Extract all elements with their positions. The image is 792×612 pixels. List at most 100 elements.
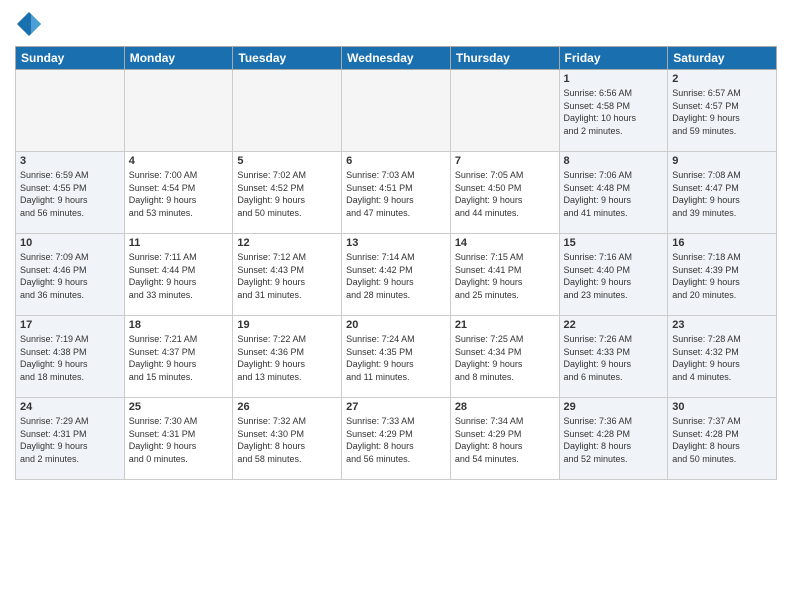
logo xyxy=(15,10,47,38)
calendar-day-cell: 11 Sunrise: 7:11 AM Sunset: 4:44 PM Dayli… xyxy=(124,234,233,316)
day-info: Sunrise: 7:37 AM Sunset: 4:28 PM Dayligh… xyxy=(672,415,772,465)
day-number: 12 xyxy=(237,237,337,249)
calendar-day-cell: 19Sunrise: 7:22 AM Sunset: 4:36 PM Dayli… xyxy=(233,316,342,398)
day-number: 8 xyxy=(564,155,664,167)
day-info: Sunrise: 6:59 AM Sunset: 4:55 PM Dayligh… xyxy=(20,169,120,219)
day-number: 1 xyxy=(564,73,664,85)
calendar-week-row: 24 Sunrise: 7:29 AM Sunset: 4:31 PM Dayli… xyxy=(16,398,777,480)
calendar-day-cell xyxy=(16,70,125,152)
calendar-header-thursday: Thursday xyxy=(450,47,559,70)
calendar-header-row: SundayMondayTuesdayWednesdayThursdayFrid… xyxy=(16,47,777,70)
day-number: 21 xyxy=(455,319,555,331)
calendar-day-cell: 23 Sunrise: 7:28 AM Sunset: 4:32 PM Dayli… xyxy=(668,316,777,398)
calendar-day-cell xyxy=(450,70,559,152)
calendar-day-cell: 18 Sunrise: 7:21 AM Sunset: 4:37 PM Dayli… xyxy=(124,316,233,398)
calendar-day-cell: 1 Sunrise: 6:56 AM Sunset: 4:58 PM Daylig… xyxy=(559,70,668,152)
calendar-day-cell: 15 Sunrise: 7:16 AM Sunset: 4:40 PM Dayli… xyxy=(559,234,668,316)
calendar-day-cell: 22 Sunrise: 7:26 AM Sunset: 4:33 PM Dayli… xyxy=(559,316,668,398)
day-number: 15 xyxy=(564,237,664,249)
calendar-day-cell: 10Sunrise: 7:09 AM Sunset: 4:46 PM Dayli… xyxy=(16,234,125,316)
day-number: 23 xyxy=(672,319,772,331)
day-info: Sunrise: 7:16 AM Sunset: 4:40 PM Dayligh… xyxy=(564,251,664,301)
calendar-header-tuesday: Tuesday xyxy=(233,47,342,70)
day-info: Sunrise: 7:08 AM Sunset: 4:47 PM Dayligh… xyxy=(672,169,772,219)
calendar-day-cell: 9 Sunrise: 7:08 AM Sunset: 4:47 PM Daylig… xyxy=(668,152,777,234)
day-info: Sunrise: 7:19 AM Sunset: 4:38 PM Dayligh… xyxy=(20,333,120,383)
calendar-day-cell: 12 Sunrise: 7:12 AM Sunset: 4:43 PM Dayli… xyxy=(233,234,342,316)
day-info: Sunrise: 7:36 AM Sunset: 4:28 PM Dayligh… xyxy=(564,415,664,465)
day-info: Sunrise: 7:18 AM Sunset: 4:39 PM Dayligh… xyxy=(672,251,772,301)
day-info: Sunrise: 7:28 AM Sunset: 4:32 PM Dayligh… xyxy=(672,333,772,383)
calendar-day-cell: 25Sunrise: 7:30 AM Sunset: 4:31 PM Dayli… xyxy=(124,398,233,480)
day-number: 28 xyxy=(455,401,555,413)
calendar-day-cell xyxy=(342,70,451,152)
day-info: Sunrise: 7:24 AM Sunset: 4:35 PM Dayligh… xyxy=(346,333,446,383)
calendar-day-cell: 2 Sunrise: 6:57 AM Sunset: 4:57 PM Daylig… xyxy=(668,70,777,152)
calendar-day-cell: 14Sunrise: 7:15 AM Sunset: 4:41 PM Dayli… xyxy=(450,234,559,316)
day-info: Sunrise: 6:56 AM Sunset: 4:58 PM Dayligh… xyxy=(564,87,664,137)
day-number: 24 xyxy=(20,401,120,413)
calendar-day-cell: 6Sunrise: 7:03 AM Sunset: 4:51 PM Daylig… xyxy=(342,152,451,234)
calendar-day-cell: 29 Sunrise: 7:36 AM Sunset: 4:28 PM Dayli… xyxy=(559,398,668,480)
day-info: Sunrise: 7:12 AM Sunset: 4:43 PM Dayligh… xyxy=(237,251,337,301)
calendar-day-cell: 30 Sunrise: 7:37 AM Sunset: 4:28 PM Dayli… xyxy=(668,398,777,480)
day-number: 19 xyxy=(237,319,337,331)
calendar-day-cell: 4 Sunrise: 7:00 AM Sunset: 4:54 PM Daylig… xyxy=(124,152,233,234)
calendar-day-cell: 5 Sunrise: 7:02 AM Sunset: 4:52 PM Daylig… xyxy=(233,152,342,234)
calendar-day-cell: 28 Sunrise: 7:34 AM Sunset: 4:29 PM Dayli… xyxy=(450,398,559,480)
day-number: 29 xyxy=(564,401,664,413)
calendar-day-cell: 8 Sunrise: 7:06 AM Sunset: 4:48 PM Daylig… xyxy=(559,152,668,234)
day-info: Sunrise: 7:21 AM Sunset: 4:37 PM Dayligh… xyxy=(129,333,229,383)
day-number: 4 xyxy=(129,155,229,167)
calendar-day-cell: 26 Sunrise: 7:32 AM Sunset: 4:30 PM Dayli… xyxy=(233,398,342,480)
day-number: 27 xyxy=(346,401,446,413)
day-number: 30 xyxy=(672,401,772,413)
day-info: Sunrise: 7:03 AM Sunset: 4:51 PM Dayligh… xyxy=(346,169,446,219)
day-info: Sunrise: 7:29 AM Sunset: 4:31 PM Dayligh… xyxy=(20,415,120,465)
day-number: 7 xyxy=(455,155,555,167)
day-number: 3 xyxy=(20,155,120,167)
calendar-day-cell: 7 Sunrise: 7:05 AM Sunset: 4:50 PM Daylig… xyxy=(450,152,559,234)
day-info: Sunrise: 7:11 AM Sunset: 4:44 PM Dayligh… xyxy=(129,251,229,301)
day-number: 18 xyxy=(129,319,229,331)
day-info: Sunrise: 7:00 AM Sunset: 4:54 PM Dayligh… xyxy=(129,169,229,219)
day-info: Sunrise: 7:15 AM Sunset: 4:41 PM Dayligh… xyxy=(455,251,555,301)
day-number: 17 xyxy=(20,319,120,331)
day-number: 9 xyxy=(672,155,772,167)
day-info: Sunrise: 7:02 AM Sunset: 4:52 PM Dayligh… xyxy=(237,169,337,219)
day-info: Sunrise: 7:06 AM Sunset: 4:48 PM Dayligh… xyxy=(564,169,664,219)
calendar-week-row: 17 Sunrise: 7:19 AM Sunset: 4:38 PM Dayli… xyxy=(16,316,777,398)
day-number: 5 xyxy=(237,155,337,167)
day-info: Sunrise: 7:32 AM Sunset: 4:30 PM Dayligh… xyxy=(237,415,337,465)
calendar-header-friday: Friday xyxy=(559,47,668,70)
day-info: Sunrise: 6:57 AM Sunset: 4:57 PM Dayligh… xyxy=(672,87,772,137)
calendar-day-cell: 3 Sunrise: 6:59 AM Sunset: 4:55 PM Daylig… xyxy=(16,152,125,234)
calendar-day-cell: 21 Sunrise: 7:25 AM Sunset: 4:34 PM Dayli… xyxy=(450,316,559,398)
day-info: Sunrise: 7:33 AM Sunset: 4:29 PM Dayligh… xyxy=(346,415,446,465)
calendar-day-cell xyxy=(124,70,233,152)
calendar-table: SundayMondayTuesdayWednesdayThursdayFrid… xyxy=(15,46,777,480)
calendar-day-cell: 27 Sunrise: 7:33 AM Sunset: 4:29 PM Dayli… xyxy=(342,398,451,480)
header xyxy=(15,10,777,38)
day-number: 22 xyxy=(564,319,664,331)
calendar-week-row: 1 Sunrise: 6:56 AM Sunset: 4:58 PM Daylig… xyxy=(16,70,777,152)
calendar-week-row: 3 Sunrise: 6:59 AM Sunset: 4:55 PM Daylig… xyxy=(16,152,777,234)
calendar-day-cell xyxy=(233,70,342,152)
day-number: 2 xyxy=(672,73,772,85)
calendar-day-cell: 20Sunrise: 7:24 AM Sunset: 4:35 PM Dayli… xyxy=(342,316,451,398)
day-info: Sunrise: 7:30 AM Sunset: 4:31 PM Dayligh… xyxy=(129,415,229,465)
day-number: 16 xyxy=(672,237,772,249)
day-info: Sunrise: 7:26 AM Sunset: 4:33 PM Dayligh… xyxy=(564,333,664,383)
calendar-day-cell: 16 Sunrise: 7:18 AM Sunset: 4:39 PM Dayli… xyxy=(668,234,777,316)
day-info: Sunrise: 7:14 AM Sunset: 4:42 PM Dayligh… xyxy=(346,251,446,301)
calendar-header-monday: Monday xyxy=(124,47,233,70)
day-info: Sunrise: 7:34 AM Sunset: 4:29 PM Dayligh… xyxy=(455,415,555,465)
calendar-header-wednesday: Wednesday xyxy=(342,47,451,70)
logo-icon xyxy=(15,10,43,38)
day-info: Sunrise: 7:05 AM Sunset: 4:50 PM Dayligh… xyxy=(455,169,555,219)
day-number: 26 xyxy=(237,401,337,413)
calendar-header-saturday: Saturday xyxy=(668,47,777,70)
day-number: 11 xyxy=(129,237,229,249)
calendar-header-sunday: Sunday xyxy=(16,47,125,70)
day-info: Sunrise: 7:25 AM Sunset: 4:34 PM Dayligh… xyxy=(455,333,555,383)
